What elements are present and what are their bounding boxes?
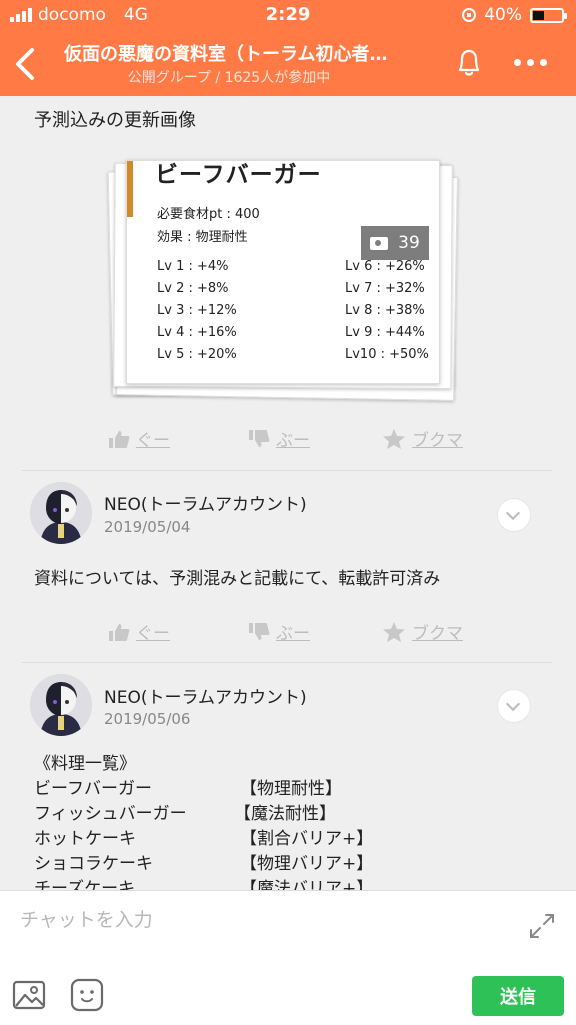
image-icon[interactable] (12, 980, 46, 1010)
image-card[interactable]: ビーフバーガー 必要食材pt : 400 効果 : 物理耐性 Lv 1 : +4… (126, 160, 440, 384)
list-item: チーズケーキ 【魔法バリア+】 (34, 879, 374, 890)
group-title[interactable]: 仮面の悪魔の資料室（トーラム初心者… (64, 40, 434, 66)
post-caption: 予測込みの更新画像 (34, 110, 196, 131)
bookmark-button[interactable]: ブクマ (382, 426, 463, 451)
thumbs-down-icon (249, 429, 270, 447)
thumbs-up-icon (109, 623, 130, 641)
battery-percent: 40% (484, 5, 522, 25)
post-author[interactable]: NEO(トーラムアカウント) (104, 490, 307, 515)
status-bar: docomo 4G 2:29 40% (0, 0, 576, 32)
level-right: Lv 8 : +38% (345, 303, 425, 318)
good-button[interactable]: ぐー (108, 426, 170, 451)
post-date: 2019/05/04 (104, 518, 191, 536)
photo-count: 39 (398, 233, 420, 253)
chevron-down-icon[interactable] (498, 499, 530, 531)
avatar[interactable] (30, 674, 92, 736)
battery-icon (530, 7, 567, 23)
sticker-icon[interactable] (70, 978, 104, 1012)
bookmark-button[interactable]: ブクマ (382, 619, 463, 644)
level-right: Lv 6 : +26% (345, 259, 425, 274)
good-button[interactable]: ぐー (108, 619, 170, 644)
top-bar: docomo 4G 2:29 40% 仮面の悪魔の資料室（トーラム初心者… 公開… (0, 0, 576, 96)
post-author[interactable]: NEO(トーラムアカウント) (104, 683, 307, 708)
list-item: ビーフバーガー 【物理耐性】 (34, 779, 342, 799)
rotation-lock-icon (462, 8, 477, 22)
level-left: Lv 5 : +20% (157, 347, 237, 362)
send-button[interactable]: 送信 (472, 976, 564, 1016)
thumbs-down-icon (249, 622, 270, 640)
level-right: Lv 7 : +32% (345, 281, 425, 296)
divider (22, 662, 552, 663)
list-item: フィッシュバーガー 【魔法耐性】 (34, 804, 336, 824)
level-left: Lv 1 : +4% (157, 259, 229, 274)
photo-count-badge: 39 (361, 226, 429, 260)
divider (22, 470, 552, 471)
bell-icon[interactable] (452, 46, 486, 80)
post-text: 資料については、予測混みと記載にて、転載許可済み (34, 569, 441, 589)
post-date: 2019/05/06 (104, 710, 191, 728)
post-actions: ぐー ぶー ブクマ (0, 619, 576, 649)
list-item: ホットケーキ 【割合バリア+】 (34, 829, 374, 849)
avatar[interactable] (30, 482, 92, 544)
dish-list: 《料理一覧》 ビーフバーガー 【物理耐性】 フィッシュバーガー 【魔法耐性】 ホ… (34, 752, 374, 890)
boo-button[interactable]: ぶー (248, 619, 310, 644)
camera-icon (370, 236, 389, 250)
chat-input[interactable]: チャットを入力 (20, 905, 153, 932)
level-left: Lv 2 : +8% (157, 281, 229, 296)
card-ingredient: 必要食材pt : 400 (157, 207, 260, 222)
level-right: Lv10 : +50% (345, 347, 429, 362)
expand-icon[interactable] (528, 912, 556, 940)
list-item: ショコラケーキ 【物理バリア+】 (34, 854, 374, 874)
more-dots-icon[interactable] (514, 52, 554, 72)
level-left: Lv 4 : +16% (157, 325, 237, 340)
thumbs-up-icon (109, 430, 130, 448)
card-title: ビーフバーガー (155, 162, 322, 188)
card-effect: 効果 : 物理耐性 (157, 230, 248, 245)
star-icon (383, 621, 405, 642)
star-icon (383, 428, 405, 449)
image-stack[interactable]: ビーフバーガー 必要食材pt : 400 効果 : 物理耐性 Lv 1 : +4… (104, 156, 464, 401)
boo-button[interactable]: ぶー (248, 426, 310, 451)
chevron-down-icon[interactable] (498, 690, 530, 722)
chat-feed[interactable]: 予測込みの更新画像 ビーフバーガー 必要食材pt : 400 効果 : 物理耐性… (0, 96, 576, 890)
chevron-left-icon[interactable] (10, 44, 40, 84)
post-actions: ぐー ぶー ブクマ (0, 426, 576, 456)
group-subtitle: 公開グループ / 1625人が参加中 (127, 70, 331, 86)
level-right: Lv 9 : +44% (345, 325, 425, 340)
level-left: Lv 3 : +12% (157, 303, 237, 318)
list-heading: 《料理一覧》 (34, 754, 136, 774)
